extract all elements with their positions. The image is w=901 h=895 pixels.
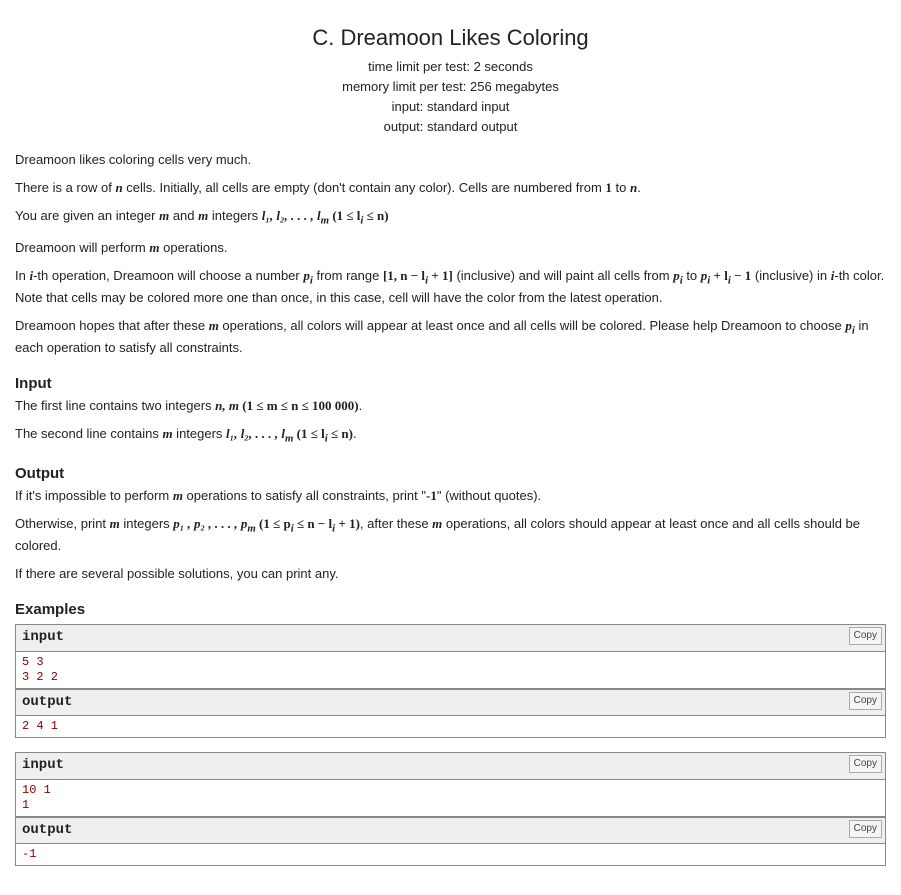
- example-input-content: 10 1 1: [15, 779, 886, 817]
- example-output-header: output Copy: [15, 689, 886, 716]
- copy-button[interactable]: Copy: [849, 755, 882, 773]
- examples-heading: Examples: [15, 599, 886, 620]
- example-input-header: input Copy: [15, 624, 886, 651]
- output-p3: If there are several possible solutions,…: [15, 565, 886, 583]
- output-p2: Otherwise, print m integers p₁ , p₂ , . …: [15, 515, 886, 555]
- copy-button[interactable]: Copy: [849, 692, 882, 710]
- statement-p4: Dreamoon will perform m operations.: [15, 239, 886, 257]
- copy-button[interactable]: Copy: [849, 627, 882, 645]
- copy-button[interactable]: Copy: [849, 820, 882, 838]
- input-heading: Input: [15, 373, 886, 394]
- input-p2: The second line contains m integers l₁, …: [15, 425, 886, 447]
- output-file: output: standard output: [15, 118, 886, 136]
- statement-p6: Dreamoon hopes that after these m operat…: [15, 317, 886, 357]
- input-file: input: standard input: [15, 98, 886, 116]
- example-input-content: 5 3 3 2 2: [15, 651, 886, 689]
- statement-p3: You are given an integer m and m integer…: [15, 207, 886, 229]
- example-input-header: input Copy: [15, 752, 886, 779]
- example-output-header: output Copy: [15, 817, 886, 844]
- example-output-content: 2 4 1: [15, 715, 886, 738]
- statement-p2: There is a row of n cells. Initially, al…: [15, 179, 886, 197]
- statement-p5: In i-th operation, Dreamoon will choose …: [15, 267, 886, 307]
- example-output-content: -1: [15, 843, 886, 866]
- time-limit: time limit per test: 2 seconds: [15, 58, 886, 76]
- problem-statement: Dreamoon likes coloring cells very much.…: [15, 151, 886, 357]
- statement-p1: Dreamoon likes coloring cells very much.: [15, 151, 886, 169]
- problem-title: C. Dreamoon Likes Coloring: [15, 23, 886, 54]
- example-1: input Copy 5 3 3 2 2 output Copy 2 4 1: [15, 624, 886, 738]
- input-p1: The first line contains two integers n, …: [15, 397, 886, 415]
- example-2: input Copy 10 1 1 output Copy -1: [15, 752, 886, 866]
- output-heading: Output: [15, 463, 886, 484]
- memory-limit: memory limit per test: 256 megabytes: [15, 78, 886, 96]
- output-p1: If it's impossible to perform m operatio…: [15, 487, 886, 505]
